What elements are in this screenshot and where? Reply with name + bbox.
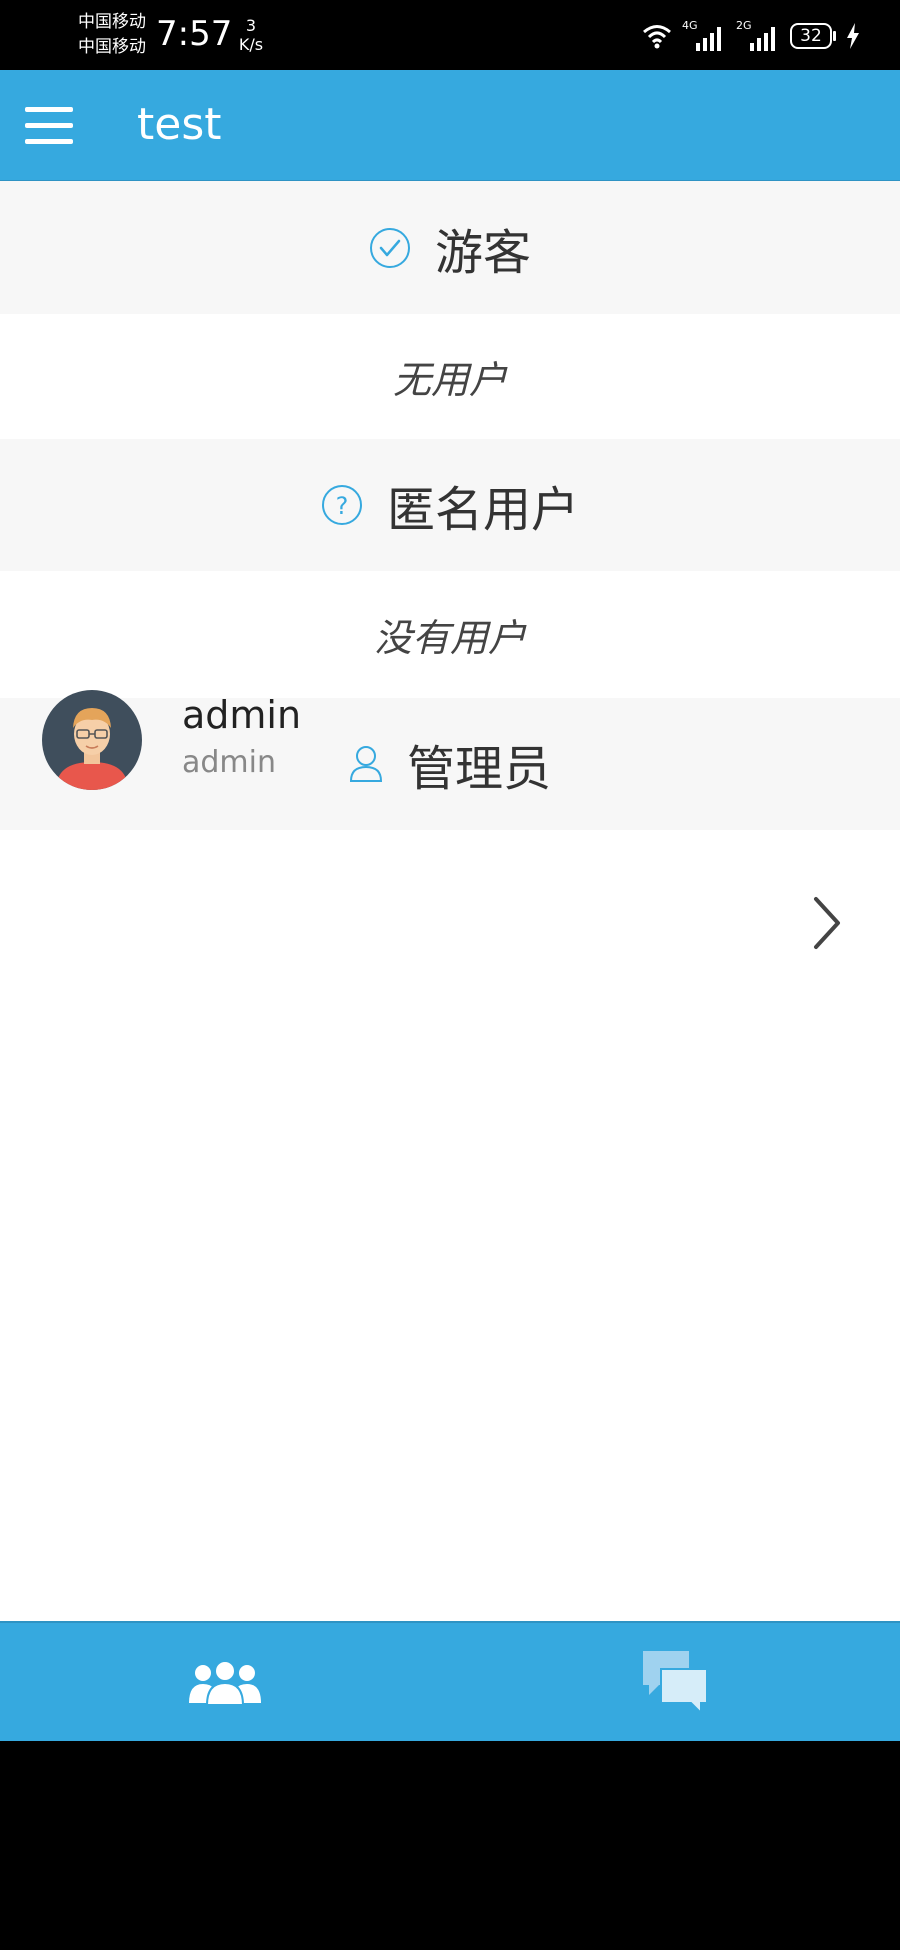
user-subtitle: admin bbox=[182, 745, 276, 780]
carrier-label-1: 中国移动 bbox=[78, 12, 146, 32]
network-speed-value: 3 bbox=[245, 16, 257, 35]
charging-bolt-icon bbox=[847, 23, 859, 49]
svg-text:?: ? bbox=[336, 492, 349, 520]
user-name: admin bbox=[182, 693, 302, 737]
users-group-icon bbox=[189, 1660, 261, 1705]
wifi-icon bbox=[643, 25, 671, 49]
chevron-right-icon[interactable] bbox=[810, 895, 844, 951]
chat-bubbles-icon bbox=[643, 1651, 708, 1715]
empty-text: 没有用户 bbox=[0, 571, 900, 698]
signal-2: 2G bbox=[736, 19, 780, 51]
nav-users-button[interactable] bbox=[0, 1623, 450, 1741]
question-circle-icon: ? bbox=[321, 485, 362, 525]
bottom-nav bbox=[0, 1621, 900, 1741]
signal-bars-icon bbox=[750, 27, 775, 51]
empty-text: 无用户 bbox=[0, 314, 900, 439]
nav-chat-button[interactable] bbox=[450, 1623, 900, 1741]
group-header-anonymous: ? 匿名用户 bbox=[0, 439, 900, 571]
network-speed-unit: K/s bbox=[238, 35, 264, 54]
status-icons: 4G 2G 32 bbox=[642, 16, 860, 56]
avatar bbox=[42, 690, 142, 790]
network-speed: 3 K/s bbox=[236, 16, 266, 54]
signal-1: 4G bbox=[682, 19, 726, 51]
user-groups-list: 游客 无用户 ? 匿名用户 没有用户 管理员 bbox=[0, 181, 900, 1621]
group-title: 管理员 bbox=[406, 741, 551, 797]
group-title: 游客 bbox=[434, 224, 531, 281]
group-title: 匿名用户 bbox=[386, 482, 579, 538]
battery-indicator: 32 bbox=[790, 23, 836, 49]
check-circle-icon bbox=[369, 227, 410, 268]
status-bar: 中国移动 中国移动 7:57 3 K/s 4G 2G 32 bbox=[0, 0, 900, 70]
group-header-guest: 游客 bbox=[0, 181, 900, 314]
status-time: 7:57 bbox=[156, 14, 233, 54]
system-nav-area bbox=[0, 1741, 900, 1950]
app-bar: test bbox=[0, 70, 900, 181]
user-icon bbox=[349, 746, 382, 782]
signal-bars-icon bbox=[696, 27, 721, 51]
app-title: test bbox=[137, 99, 222, 150]
carrier-label-2: 中国移动 bbox=[78, 37, 146, 57]
hamburger-menu-icon[interactable] bbox=[22, 103, 76, 147]
user-row-admin[interactable] bbox=[0, 841, 900, 961]
